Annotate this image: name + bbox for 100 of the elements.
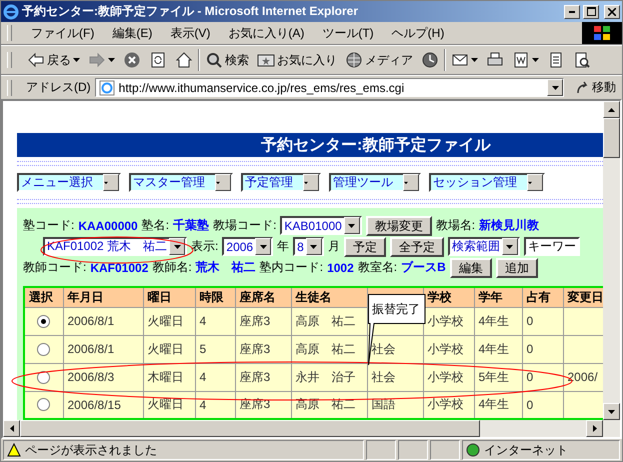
caret-icon xyxy=(528,180,532,184)
table-cell: 2006/8/1 xyxy=(63,335,143,363)
column-header: 座席名 xyxy=(235,287,291,307)
field-label: 年 xyxy=(277,238,290,255)
back-arrow-icon xyxy=(27,51,45,69)
toolbar-button[interactable]: 検索 xyxy=(202,50,252,70)
address-field[interactable]: http://www.ithumanservice.co.jp/res_ems/res_ems.cgi xyxy=(94,78,564,97)
left-arrow-icon xyxy=(10,425,14,432)
menu-select[interactable]: 予定管理 xyxy=(241,173,321,192)
field-label: 教師名: xyxy=(152,259,192,276)
menu-item[interactable]: 表示(V) xyxy=(161,24,220,42)
form-button[interactable]: 全予定 xyxy=(390,236,444,256)
scrollbar-thumb[interactable] xyxy=(603,118,620,158)
minimize-icon xyxy=(569,10,575,12)
form-button[interactable]: 編集 xyxy=(450,258,492,278)
table-cell: 2006/ xyxy=(563,363,603,391)
caret-icon xyxy=(404,180,408,184)
field-label: 教場コード: xyxy=(213,217,276,234)
scroll-up-button[interactable] xyxy=(603,101,620,118)
field-label: 教場名: xyxy=(436,217,476,234)
table-cell: 火曜日 xyxy=(143,307,195,335)
table-cell: 5 xyxy=(195,335,235,363)
select-field[interactable]: 2006 xyxy=(222,237,274,256)
table-cell: 4 xyxy=(195,391,235,419)
column-header: 学校 xyxy=(423,287,474,307)
clock-icon xyxy=(421,51,439,69)
table-cell: 4 xyxy=(195,307,235,335)
table-cell: 2006/8/15 xyxy=(63,391,143,419)
select-field[interactable]: 検索範囲 xyxy=(448,237,520,256)
column-header: 選択 xyxy=(24,287,63,307)
field-value: ブースB xyxy=(401,259,446,276)
table-cell: 高原 祐二 xyxy=(291,391,367,419)
select-field[interactable]: KAB01000 xyxy=(280,216,362,235)
menu-item[interactable]: お気に入り(A) xyxy=(219,24,314,42)
caret-icon xyxy=(104,180,108,184)
form-button[interactable]: 教場変更 xyxy=(366,216,432,236)
caret-icon xyxy=(348,224,356,228)
status-text: ページが表示されました xyxy=(25,442,157,458)
caret-icon xyxy=(216,180,220,184)
caret-icon xyxy=(552,86,558,90)
radio-button[interactable] xyxy=(37,398,50,412)
toolbar-button[interactable]: 戻る xyxy=(24,50,83,70)
field-value: 新検見川教 xyxy=(479,217,540,234)
form-button[interactable]: 予定 xyxy=(344,236,386,256)
document-edit-icon xyxy=(512,51,530,69)
menu-select[interactable]: メニュー選択 xyxy=(17,173,121,192)
select-field[interactable]: KAF01002 荒木 祐二 xyxy=(43,237,188,256)
browser-icon xyxy=(3,4,19,20)
field-label: 表示: xyxy=(191,238,218,255)
menu-select[interactable]: セッション管理 xyxy=(429,173,545,192)
home-icon xyxy=(175,51,193,69)
scroll-down-button[interactable] xyxy=(603,403,620,420)
column-header: 生徒名 xyxy=(291,287,367,307)
page-banner: 予約センター:教師予定ファイル xyxy=(17,133,603,157)
scrollbar-thumb[interactable] xyxy=(20,420,480,437)
menu-item[interactable]: ツール(T) xyxy=(313,24,383,42)
table-cell: 2006/8/3 xyxy=(63,363,143,391)
radio-button[interactable] xyxy=(37,370,50,384)
globe-icon xyxy=(345,51,363,69)
minimize-button[interactable] xyxy=(564,4,580,18)
table-cell: 4 xyxy=(195,363,235,391)
toolbar-button[interactable]: メディア xyxy=(342,50,416,70)
select-field[interactable]: 8 xyxy=(293,237,324,256)
go-button[interactable]: 移動 xyxy=(576,79,616,96)
table-cell: 火曜日 xyxy=(143,335,195,363)
column-header: 時限 xyxy=(195,287,235,307)
menu-item[interactable]: 編集(E) xyxy=(103,24,162,42)
field-value: 千葉塾 xyxy=(173,217,210,234)
close-button[interactable] xyxy=(604,4,620,18)
menu-item[interactable]: ファイル(F) xyxy=(22,24,104,42)
caret-icon xyxy=(260,244,267,248)
menu-select[interactable]: マスター管理 xyxy=(129,173,233,192)
caret-icon xyxy=(174,244,181,248)
radio-button[interactable] xyxy=(37,314,50,328)
table-cell: 社会 xyxy=(367,363,423,391)
scroll-left-button[interactable] xyxy=(3,420,20,437)
caret-icon xyxy=(310,244,318,248)
column-header: 占有 xyxy=(522,287,563,307)
column-header: 曜日 xyxy=(143,287,195,307)
table-cell: 小学校 xyxy=(423,363,474,391)
table-cell: 永井 治子 xyxy=(291,363,367,391)
scroll-right-button[interactable] xyxy=(586,420,603,437)
table-cell: 0 xyxy=(522,307,563,335)
form-button[interactable]: 追加 xyxy=(496,258,538,278)
menu-item[interactable]: ヘルプ(H) xyxy=(382,24,454,42)
table-cell: 2006/8/1 xyxy=(63,307,143,335)
table-cell: 0 xyxy=(522,391,563,419)
menu-select[interactable]: 管理ツール xyxy=(329,173,421,192)
radio-button[interactable] xyxy=(37,342,50,356)
toolbar-button[interactable]: お気に入り xyxy=(254,50,340,70)
table-cell: 火曜日 xyxy=(143,391,195,419)
down-arrow-icon xyxy=(608,410,615,414)
maximize-icon xyxy=(586,7,596,16)
maximize-button[interactable] xyxy=(583,4,599,18)
arrow-icon xyxy=(576,80,590,94)
field-value: KAA00000 xyxy=(78,218,138,232)
column-header: 変更日 xyxy=(563,287,603,307)
field-label: 塾内コード: xyxy=(260,259,324,276)
keyword-field[interactable]: キーワー xyxy=(524,237,580,256)
field-label: 教室名: xyxy=(358,259,398,276)
